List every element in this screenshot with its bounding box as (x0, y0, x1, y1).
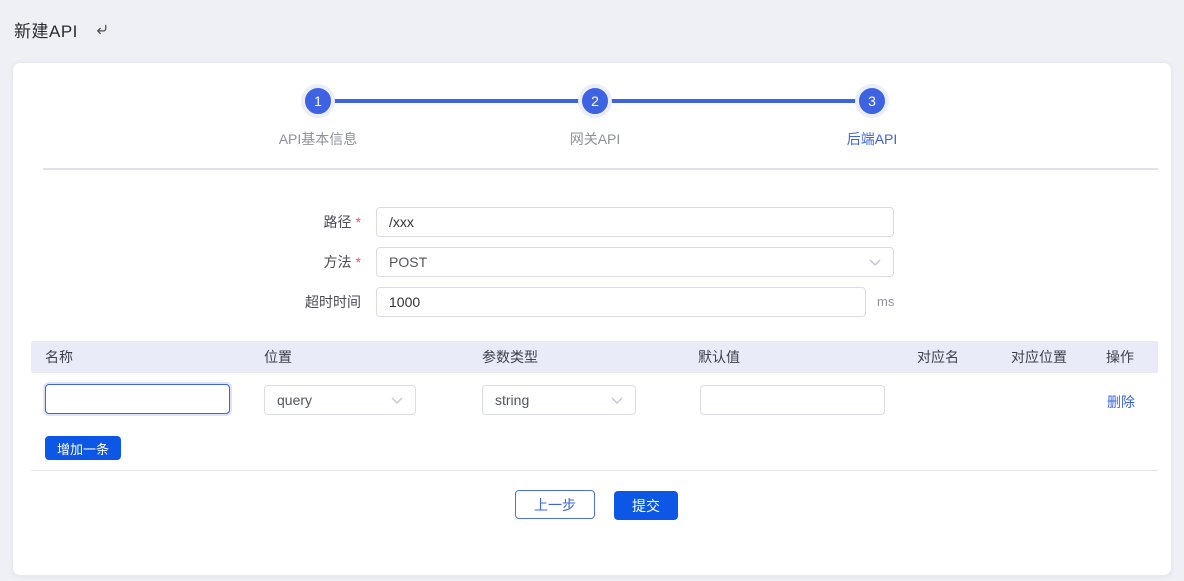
chevron-down-icon (391, 397, 403, 404)
stepper-connector-1 (318, 99, 595, 103)
param-default-value-input[interactable] (700, 385, 885, 415)
method-select-value: POST (389, 254, 427, 270)
path-input[interactable] (376, 207, 894, 237)
back-arrow-icon[interactable] (94, 22, 109, 37)
step-1-circle[interactable]: 1 (301, 84, 335, 118)
timeout-field-label: 超时时间 (13, 287, 361, 317)
add-row-button[interactable]: 增加一条 (45, 436, 121, 460)
step-2-label: 网关API (515, 129, 675, 149)
timeout-unit-suffix: ms (877, 287, 894, 317)
col-header-mapping-position: 对应位置 (1011, 341, 1067, 373)
col-header-name: 名称 (45, 341, 73, 373)
method-field-label: 方法* (13, 247, 361, 277)
form-card: 1 2 3 API基本信息 网关API 后端API 路径* 方法* POST 超… (12, 62, 1172, 576)
path-required-mark: * (356, 214, 361, 230)
method-label-text: 方法 (324, 254, 352, 270)
col-header-default-value: 默认值 (698, 341, 740, 373)
step-1-label: API基本信息 (238, 129, 398, 149)
step-3-number: 3 (868, 93, 876, 109)
step-3-label: 后端API (792, 129, 952, 149)
param-type-select[interactable]: string (482, 385, 636, 415)
col-header-mapping-name: 对应名 (917, 341, 959, 373)
param-position-value: query (277, 392, 312, 408)
timeout-input[interactable] (376, 287, 866, 317)
stepper-connector-2 (595, 99, 872, 103)
path-label-text: 路径 (324, 214, 352, 230)
section-divider (43, 168, 1158, 170)
page-header: 新建API (14, 14, 109, 44)
param-name-input[interactable] (45, 384, 230, 414)
step-3-circle[interactable]: 3 (855, 84, 889, 118)
method-required-mark: * (356, 254, 361, 270)
chevron-down-icon (611, 397, 623, 404)
param-position-select[interactable]: query (264, 385, 416, 415)
step-1-number: 1 (314, 93, 322, 109)
timeout-label-text: 超时时间 (305, 294, 361, 310)
path-field-label: 路径* (13, 207, 361, 237)
params-table: 名称 位置 参数类型 默认值 对应名 对应位置 操作 query string … (31, 341, 1158, 471)
page-title: 新建API (14, 17, 78, 42)
method-select[interactable]: POST (376, 247, 894, 277)
col-header-action: 操作 (1106, 341, 1134, 373)
col-header-param-type: 参数类型 (482, 341, 538, 373)
previous-step-button[interactable]: 上一步 (515, 490, 595, 519)
params-table-header: 名称 位置 参数类型 默认值 对应名 对应位置 操作 (31, 341, 1158, 373)
param-type-value: string (495, 392, 529, 408)
submit-button[interactable]: 提交 (614, 491, 678, 520)
col-header-position: 位置 (264, 341, 292, 373)
step-2-circle[interactable]: 2 (578, 84, 612, 118)
delete-row-link[interactable]: 删除 (1107, 392, 1135, 412)
step-2-number: 2 (591, 93, 599, 109)
chevron-down-icon (869, 259, 881, 266)
